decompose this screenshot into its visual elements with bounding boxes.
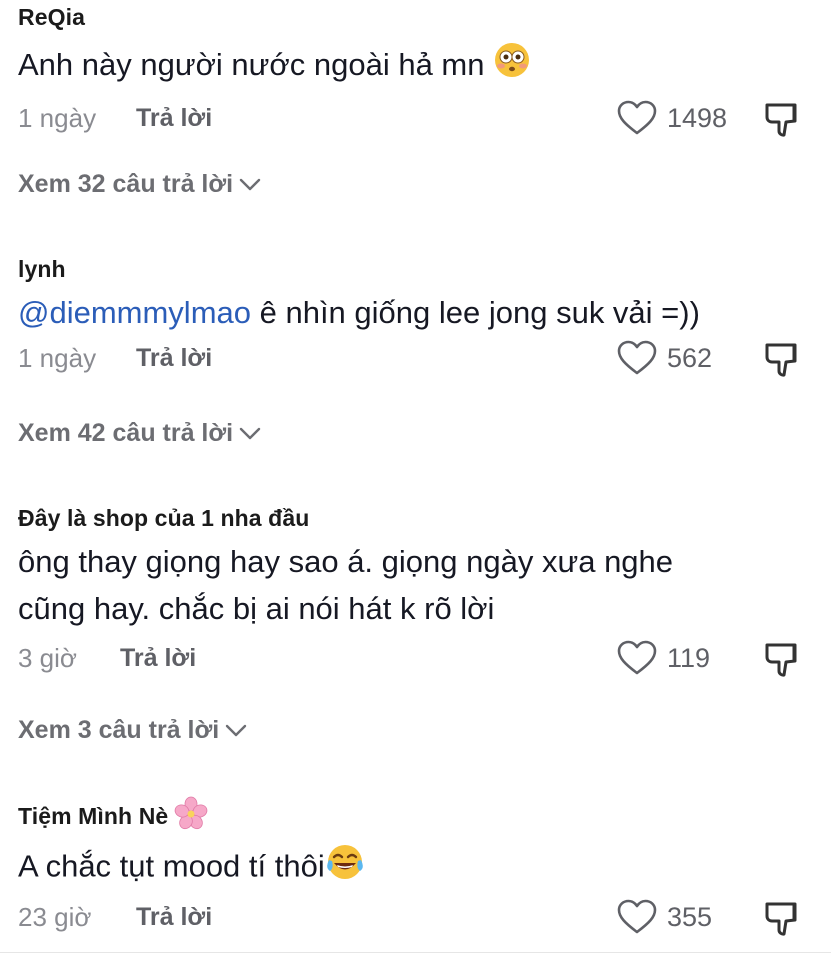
comment-text-body: Anh này người nước ngoài hả mn bbox=[18, 47, 485, 82]
mention-link[interactable]: @diemmmylmao bbox=[18, 295, 251, 330]
heart-outline-icon bbox=[617, 340, 657, 376]
comment-text: ông thay giọng hay sao á. giọng ngày xưa… bbox=[18, 538, 831, 632]
comment-time: 1 ngày bbox=[18, 102, 97, 133]
view-replies-label: Xem 3 câu trả lời bbox=[18, 716, 220, 744]
comment-meta: 1 ngày Trả lời 562 bbox=[18, 340, 831, 376]
thumbs-down-icon[interactable] bbox=[763, 100, 803, 140]
comment-item: Tiệm Mình Nè A chắc tụt mood tí thôi 23 … bbox=[18, 796, 831, 935]
reply-button[interactable]: Trả lời bbox=[136, 344, 212, 373]
view-replies-button[interactable]: Xem 42 câu trả lời bbox=[18, 419, 261, 448]
thumbs-down-icon[interactable] bbox=[763, 340, 803, 380]
like-count: 562 bbox=[667, 342, 713, 373]
comment-meta: 1 ngày Trả lời 1498 bbox=[18, 100, 831, 136]
comment-meta: 23 giờ Trả lời 355 bbox=[18, 899, 831, 935]
comment-text: Anh này người nước ngoài hả mn bbox=[18, 41, 831, 92]
reply-button[interactable]: Trả lời bbox=[136, 903, 212, 932]
comment-username[interactable]: Đây là shop của 1 nha đầu bbox=[18, 505, 831, 532]
like-button[interactable]: 119 bbox=[617, 640, 729, 676]
like-button[interactable]: 562 bbox=[617, 340, 729, 376]
heart-outline-icon bbox=[617, 640, 657, 676]
comment-text-body: A chắc tụt mood tí thôi bbox=[18, 848, 325, 884]
heart-outline-icon bbox=[617, 100, 657, 136]
reply-button[interactable]: Trả lời bbox=[136, 104, 212, 133]
chevron-down-icon bbox=[239, 427, 261, 441]
comment-time: 1 ngày bbox=[18, 342, 97, 373]
comment-text-line: cũng hay. chắc bị ai nói hát k rõ lời bbox=[18, 591, 495, 626]
thumbs-down-icon[interactable] bbox=[763, 640, 803, 680]
chevron-down-icon bbox=[225, 724, 247, 738]
comment-item: ReQia Anh này người nước ngoài hả mn 1 n… bbox=[18, 4, 831, 136]
chevron-down-icon bbox=[239, 178, 261, 192]
cherry-blossom-emoji-icon bbox=[174, 796, 208, 836]
comment-time: 3 giờ bbox=[18, 642, 77, 673]
like-count: 355 bbox=[667, 901, 713, 932]
comment-meta: 3 giờ Trả lời 119 bbox=[18, 640, 831, 676]
view-replies-button[interactable]: Xem 3 câu trả lời bbox=[18, 716, 247, 745]
comment-username[interactable]: Tiệm Mình Nè bbox=[18, 796, 831, 836]
like-count: 1498 bbox=[667, 102, 728, 133]
comment-username-text: Tiệm Mình Nè bbox=[18, 802, 169, 829]
like-button[interactable]: 1498 bbox=[617, 100, 729, 136]
comment-username[interactable]: ReQia bbox=[18, 4, 831, 31]
heart-outline-icon bbox=[617, 899, 657, 935]
reply-button[interactable]: Trả lời bbox=[120, 644, 196, 673]
view-replies-label: Xem 42 câu trả lời bbox=[18, 419, 234, 447]
comment-text: @diemmmylmao ê nhìn giống lee jong suk v… bbox=[18, 289, 831, 336]
flushed-face-emoji-icon bbox=[493, 41, 531, 92]
comment-time: 23 giờ bbox=[18, 901, 92, 932]
tears-of-joy-emoji-icon bbox=[325, 842, 365, 895]
like-button[interactable]: 355 bbox=[617, 899, 729, 935]
comment-username[interactable]: lynh bbox=[18, 256, 831, 283]
thumbs-down-icon[interactable] bbox=[763, 899, 803, 939]
comment-text: A chắc tụt mood tí thôi bbox=[18, 842, 831, 895]
like-count: 119 bbox=[667, 642, 711, 673]
view-replies-button[interactable]: Xem 32 câu trả lời bbox=[18, 170, 261, 199]
comment-text-line: ông thay giọng hay sao á. giọng ngày xưa… bbox=[18, 544, 674, 579]
comment-text-body: ê nhìn giống lee jong suk vải =)) bbox=[251, 295, 700, 330]
view-replies-label: Xem 32 câu trả lời bbox=[18, 170, 234, 198]
comment-item: lynh @diemmmylmao ê nhìn giống lee jong … bbox=[18, 256, 831, 376]
comment-item: Đây là shop của 1 nha đầu ông thay giọng… bbox=[18, 505, 831, 676]
